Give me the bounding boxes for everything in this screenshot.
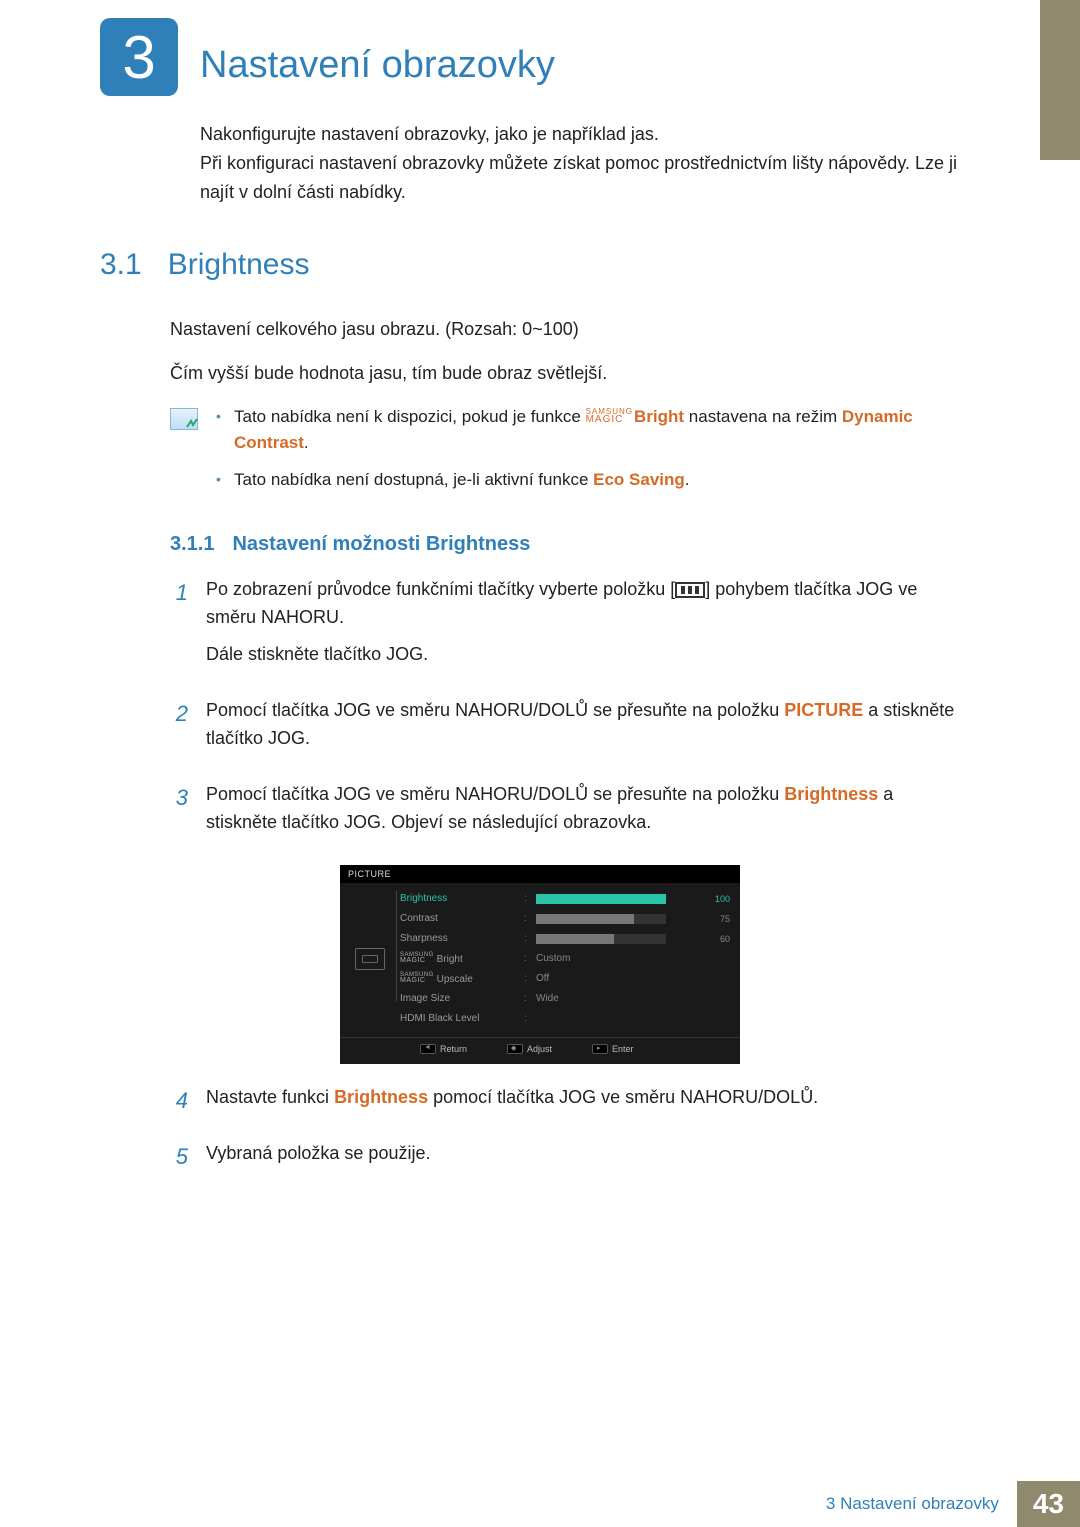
note-text: . (304, 433, 309, 452)
step-2: 2 Pomocí tlačítka JOG ve směru NAHORU/DO… (170, 697, 960, 763)
body-paragraph: Čím vyšší bude hodnota jasu, tím bude ob… (170, 360, 960, 388)
osd-row-value (536, 934, 698, 944)
osd-row-value (536, 894, 698, 904)
osd-colon: : (524, 973, 532, 984)
step-text: Po zobrazení průvodce funkčními tlačítky… (206, 576, 960, 632)
page: 3 Nastavení obrazovky Nakonfigurujte nas… (0, 0, 1080, 1527)
step-text: Nastavte funkci Brightness pomocí tlačít… (206, 1084, 960, 1112)
note-block: Tato nabídka není k dispozici, pokud je … (170, 404, 960, 505)
osd-row-label: SAMSUNGMAGIC Bright (400, 953, 520, 965)
step-number: 4 (170, 1084, 188, 1122)
picture-label: PICTURE (784, 700, 863, 720)
page-footer: 3 Nastavení obrazovky 43 (808, 1481, 1080, 1527)
body-paragraph: Nastavení celkového jasu obrazu. (Rozsah… (170, 316, 960, 344)
chapter-header: 3 Nastavení obrazovky (0, 0, 1080, 96)
osd-tree-line (396, 891, 408, 1001)
note-text: nastavena na režim (689, 407, 842, 426)
picture-category-icon (355, 948, 385, 970)
brightness-label: Brightness (334, 1087, 428, 1107)
osd-return-hint: Return (420, 1044, 467, 1054)
step-text: Pomocí tlačítka JOG ve směru NAHORU/DOLŮ… (206, 781, 960, 837)
step-text: Dále stiskněte tlačítko JOG. (206, 641, 960, 669)
osd-colon: : (524, 893, 532, 904)
step-number: 2 (170, 697, 188, 763)
osd-row-number: 60 (702, 934, 730, 944)
osd-row-number: 100 (702, 894, 730, 904)
osd-row-label: HDMI Black Level (400, 1013, 520, 1024)
intro-paragraph: Nakonfigurujte nastavení obrazovky, jako… (200, 120, 960, 149)
osd-row: HDMI Black Level: (400, 1009, 730, 1029)
osd-footer: Return Adjust Enter (340, 1038, 740, 1060)
return-key-icon (420, 1044, 436, 1054)
step-3: 3 Pomocí tlačítka JOG ve směru NAHORU/DO… (170, 781, 960, 847)
osd-row-label: Brightness (400, 893, 520, 904)
chapter-number-badge: 3 (100, 18, 178, 96)
osd-enter-hint: Enter (592, 1044, 634, 1054)
adjust-key-icon (507, 1044, 523, 1054)
section-number: 3.1 (100, 248, 142, 282)
osd-row-label: Image Size (400, 993, 520, 1004)
section-title: Brightness (168, 248, 310, 282)
osd-colon: : (524, 953, 532, 964)
osd-menu: PICTURE Brightness: 100 Contrast: 75 Sharpne… (340, 865, 740, 1064)
note-item: Tato nabídka není dostupná, je-li aktivn… (216, 467, 960, 493)
section-header: 3.1 Brightness (100, 248, 1080, 282)
intro-paragraph: Při konfiguraci nastavení obrazovky může… (200, 149, 960, 207)
intro-text: Nakonfigurujte nastavení obrazovky, jako… (200, 120, 960, 206)
note-list: Tato nabídka není k dispozici, pokud je … (216, 404, 960, 505)
note-icon (170, 408, 198, 430)
osd-row-value: Wide (536, 993, 698, 1004)
osd-row-number: 75 (702, 914, 730, 924)
step-1: 1 Po zobrazení průvodce funkčními tlačít… (170, 576, 960, 680)
osd-row-value (536, 914, 698, 924)
osd-row-label: Contrast (400, 913, 520, 924)
osd-row: SAMSUNGMAGIC Upscale: Off (400, 969, 730, 989)
osd-row-value: Custom (536, 953, 698, 964)
osd-colon: : (524, 1013, 532, 1024)
subsection-title: Nastavení možnosti Brightness (232, 533, 530, 556)
menu-icon (675, 582, 705, 598)
osd-colon: : (524, 933, 532, 944)
osd-row: Contrast: 75 (400, 909, 730, 929)
osd-rows: Brightness: 100 Contrast: 75 Sharpness: 60 SAM… (400, 889, 730, 1029)
osd-screenshot-wrap: PICTURE Brightness: 100 Contrast: 75 Sharpne… (0, 865, 1080, 1064)
eco-saving-label: Eco Saving (593, 470, 685, 489)
chapter-title: Nastavení obrazovky (200, 44, 555, 87)
samsung-magic-label: SAMSUNGMAGIC (586, 408, 633, 424)
step-number: 5 (170, 1140, 188, 1178)
osd-row: Brightness: 100 (400, 889, 730, 909)
step-number: 3 (170, 781, 188, 847)
osd-colon: : (524, 913, 532, 924)
brightness-label: Brightness (784, 784, 878, 804)
step-number: 1 (170, 576, 188, 680)
osd-category-icon-col (350, 889, 390, 1029)
enter-key-icon (592, 1044, 608, 1054)
osd-row-label: Sharpness (400, 933, 520, 944)
note-text: . (685, 470, 690, 489)
steps-list: 1 Po zobrazení průvodce funkčními tlačít… (170, 576, 960, 847)
footer-page-number: 43 (1017, 1481, 1080, 1527)
side-tab (1040, 0, 1080, 160)
osd-row-label: SAMSUNGMAGIC Upscale (400, 973, 520, 985)
step-4: 4 Nastavte funkci Brightness pomocí tlač… (170, 1084, 960, 1122)
osd-title: PICTURE (340, 865, 740, 883)
footer-chapter-text: 3 Nastavení obrazovky (808, 1481, 1017, 1527)
note-text: Tato nabídka není dostupná, je-li aktivn… (234, 470, 593, 489)
osd-row: Sharpness: 60 (400, 929, 730, 949)
note-text: Tato nabídka není k dispozici, pokud je … (234, 407, 586, 426)
osd-adjust-hint: Adjust (507, 1044, 552, 1054)
osd-colon: : (524, 993, 532, 1004)
steps-list-continued: 4 Nastavte funkci Brightness pomocí tlač… (170, 1084, 960, 1178)
step-5: 5 Vybraná položka se použije. (170, 1140, 960, 1178)
section-body: Nastavení celkového jasu obrazu. (Rozsah… (170, 316, 960, 388)
subsection-header: 3.1.1 Nastavení možnosti Brightness (170, 533, 1080, 556)
subsection-number: 3.1.1 (170, 533, 214, 556)
osd-row: SAMSUNGMAGIC Bright: Custom (400, 949, 730, 969)
step-text: Vybraná položka se použije. (206, 1140, 960, 1168)
note-item: Tato nabídka není k dispozici, pokud je … (216, 404, 960, 455)
bright-label: Bright (634, 407, 684, 426)
osd-row: Image Size: Wide (400, 989, 730, 1009)
osd-row-value: Off (536, 973, 698, 984)
step-text: Pomocí tlačítka JOG ve směru NAHORU/DOLŮ… (206, 697, 960, 753)
